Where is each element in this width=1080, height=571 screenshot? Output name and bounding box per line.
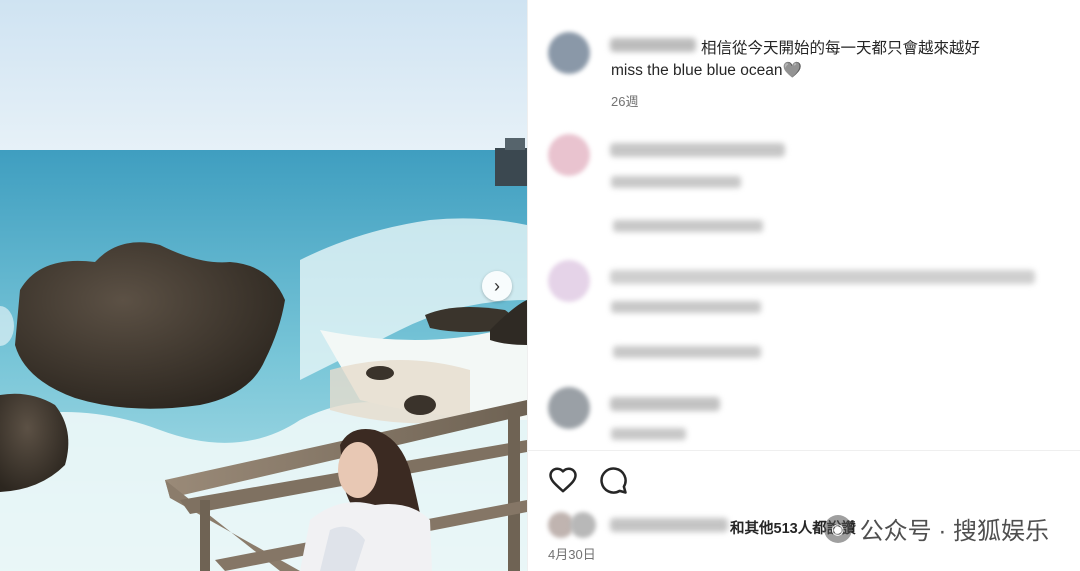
comment-meta (611, 301, 761, 313)
author-username[interactable] (610, 38, 696, 52)
comment-avatar[interactable] (548, 260, 590, 302)
comment-icon[interactable] (598, 465, 628, 495)
post-date: 4月30日 (548, 547, 596, 562)
caption-line-2: miss the blue blue ocean🩶 (611, 62, 802, 79)
caption-time: 26週 (611, 94, 639, 109)
watermark-text: 公众号 · 搜狐娱乐 (859, 518, 1049, 545)
comment-username[interactable] (610, 143, 785, 157)
comment-meta (611, 176, 741, 188)
next-photo-button[interactable]: › (482, 271, 512, 301)
comment-username[interactable] (610, 270, 1035, 284)
view-replies-button[interactable] (613, 346, 761, 358)
liker-avatar[interactable] (570, 512, 596, 538)
chevron-right-icon: › (494, 275, 500, 296)
comment-username[interactable] (610, 397, 720, 411)
view-replies-button[interactable] (613, 220, 763, 232)
comment-avatar[interactable] (548, 134, 590, 176)
comment-meta (611, 428, 686, 440)
comments-panel: 相信從今天開始的每一天都只會越來越好 miss the blue blue oc… (527, 0, 1080, 571)
liker-username[interactable] (610, 518, 728, 532)
heart-icon[interactable] (548, 465, 578, 495)
watermark: ◉ 公众号 · 搜狐娱乐 (823, 511, 1049, 546)
beach-photo (0, 0, 527, 571)
wechat-icon: ◉ (823, 514, 852, 543)
author-avatar[interactable] (548, 32, 590, 74)
post-photo[interactable]: › (0, 0, 527, 571)
caption-line-1: 相信從今天開始的每一天都只會越來越好 (701, 40, 981, 57)
comment-avatar[interactable] (548, 387, 590, 429)
